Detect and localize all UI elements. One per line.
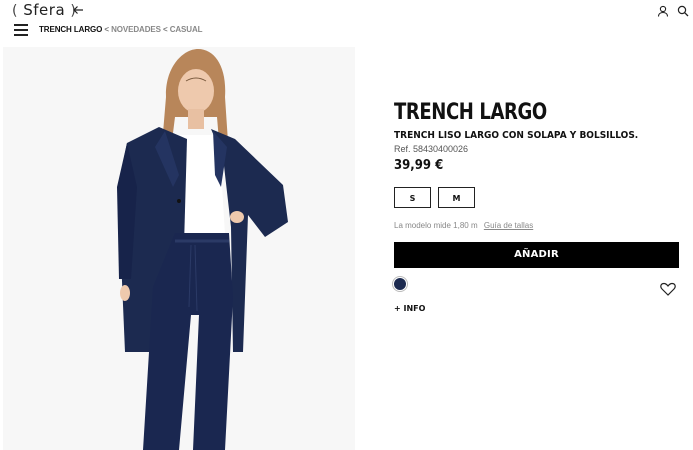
heart-icon[interactable]: [660, 282, 676, 296]
breadcrumb-novedades[interactable]: NOVEDADES: [111, 25, 161, 34]
model-height-note: La modelo mide 1,80 m Guía de tallas: [394, 221, 533, 230]
breadcrumb-separator: <: [104, 25, 109, 34]
size-option-m[interactable]: M: [438, 187, 475, 208]
product-title: TRENCH LARGO: [394, 100, 547, 125]
breadcrumb-current: TRENCH LARGO: [39, 25, 103, 34]
more-info-link[interactable]: + INFO: [394, 304, 425, 313]
size-option-s[interactable]: S: [394, 187, 431, 208]
breadcrumb: TRENCH LARGO < NOVEDADES < CASUAL: [39, 25, 203, 34]
product-description: TRENCH LISO LARGO CON SOLAPA Y BOLSILLOS…: [394, 130, 639, 141]
model-illustration: [3, 47, 355, 450]
add-to-cart-button[interactable]: AÑADIR: [394, 242, 679, 268]
arrow-left-icon[interactable]: [72, 4, 84, 16]
breadcrumb-casual[interactable]: CASUAL: [170, 25, 203, 34]
hamburger-icon[interactable]: [14, 24, 28, 36]
breadcrumb-separator: <: [162, 25, 168, 34]
model-height-text: La modelo mide 1,80 m: [394, 221, 478, 230]
color-swatch-navy[interactable]: [394, 278, 406, 290]
product-reference: Ref. 58430400026: [394, 144, 469, 154]
product-price: 39,99 €: [394, 158, 444, 173]
size-guide-link[interactable]: Guía de tallas: [484, 221, 533, 230]
top-bar: ( Sfera ) TRENCH LARGO < NOVEDADES < CAS…: [0, 0, 693, 44]
search-icon[interactable]: [677, 5, 689, 17]
brand-logo[interactable]: ( Sfera ): [12, 1, 76, 19]
product-image[interactable]: [3, 47, 355, 450]
user-icon[interactable]: [657, 5, 669, 17]
